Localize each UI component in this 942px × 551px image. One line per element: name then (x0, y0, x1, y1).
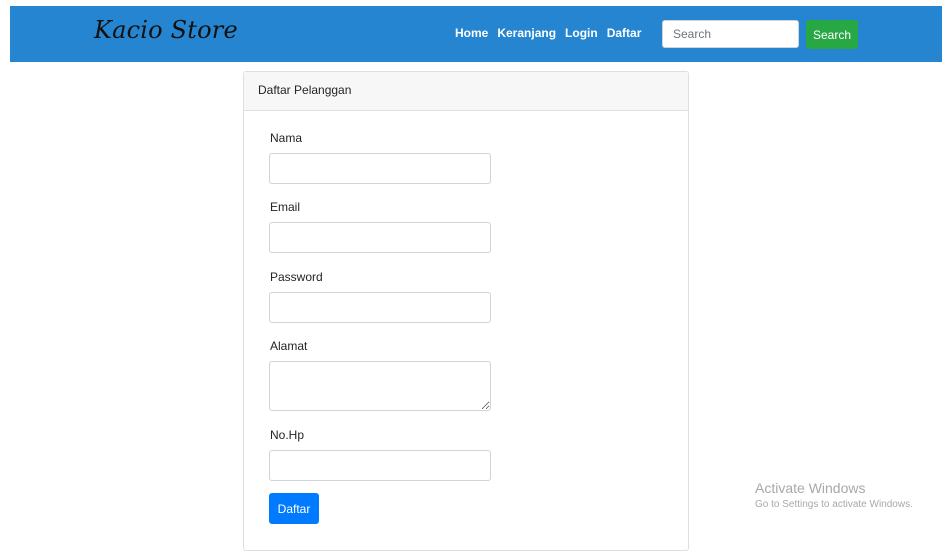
nav-links: Home Keranjang Login Daftar (455, 26, 641, 40)
password-label: Password (270, 270, 323, 284)
navbar: Kacio Store Home Keranjang Login Daftar … (10, 6, 942, 62)
alamat-textarea[interactable] (269, 361, 491, 411)
card-title: Daftar Pelanggan (244, 72, 688, 111)
nav-home-link[interactable]: Home (455, 26, 488, 40)
nav-login-link[interactable]: Login (565, 26, 598, 40)
nav-daftar-link[interactable]: Daftar (607, 26, 642, 40)
nohp-label: No.Hp (270, 428, 305, 442)
activate-windows-watermark: Activate Windows Go to Settings to activ… (755, 480, 913, 510)
email-input[interactable] (269, 222, 491, 253)
search-input[interactable] (662, 20, 799, 48)
search-button[interactable]: Search (806, 20, 858, 49)
nama-input[interactable] (269, 153, 491, 184)
watermark-title: Activate Windows (755, 480, 866, 496)
register-card: Daftar Pelanggan Nama Email Password Ala… (243, 71, 689, 551)
brand-logo[interactable]: Kacio Store (94, 16, 238, 44)
alamat-label: Alamat (270, 339, 308, 353)
nama-label: Nama (270, 131, 303, 145)
password-input[interactable] (269, 292, 491, 323)
daftar-submit-button[interactable]: Daftar (269, 493, 319, 524)
watermark-subtitle: Go to Settings to activate Windows. (755, 499, 913, 510)
email-label: Email (270, 200, 301, 214)
nohp-input[interactable] (269, 450, 491, 481)
nav-keranjang-link[interactable]: Keranjang (497, 26, 556, 40)
